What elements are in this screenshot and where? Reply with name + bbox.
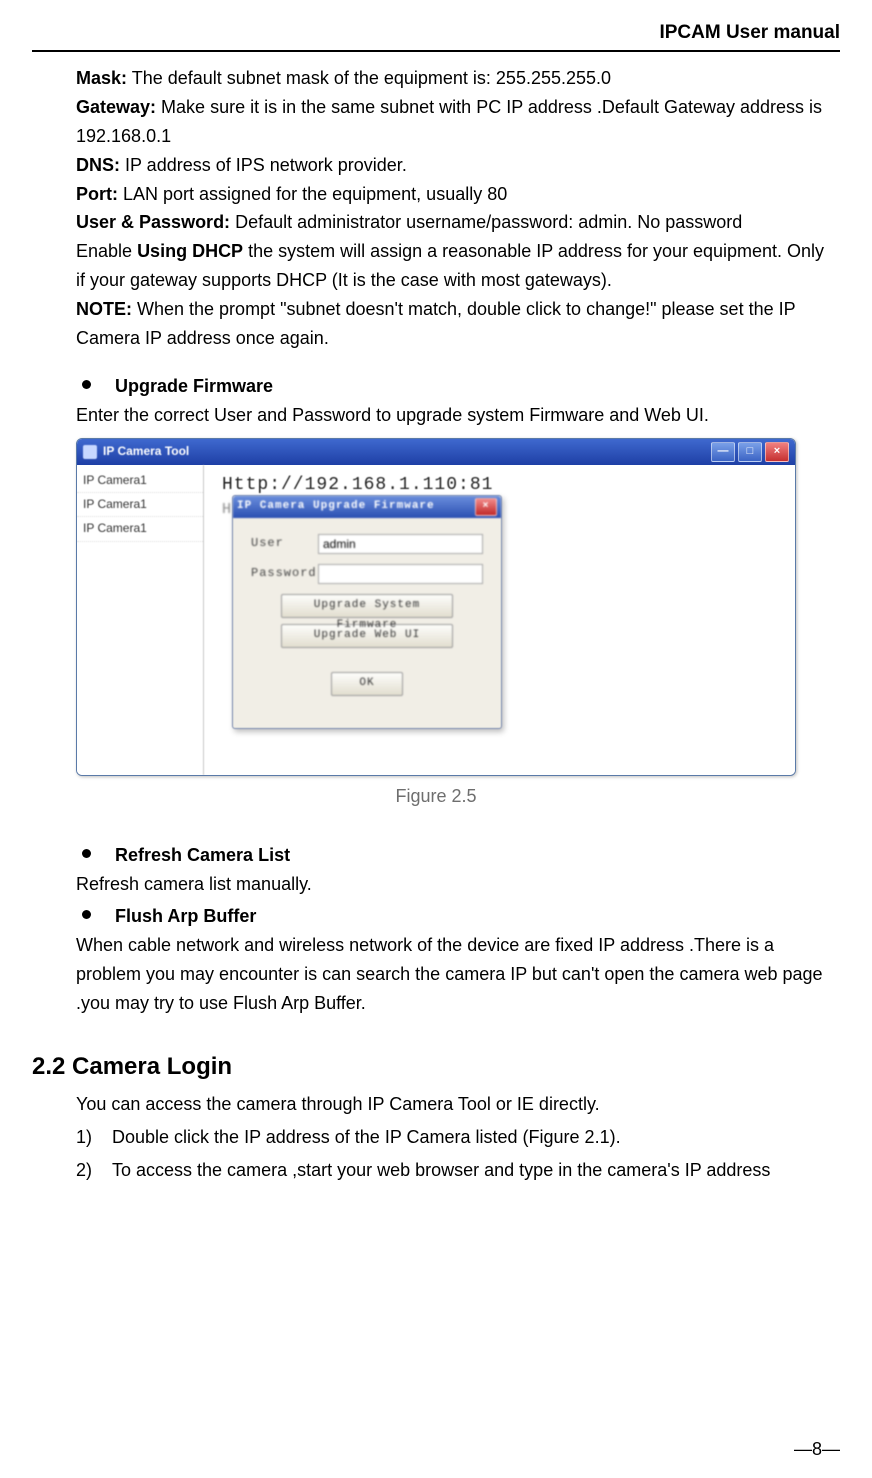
header-divider [32, 50, 840, 52]
section-2-2-intro: You can access the camera through IP Cam… [76, 1090, 840, 1119]
bullet-icon [82, 380, 91, 389]
page-number: —8— [794, 1435, 840, 1464]
bullet-upgrade-firmware: Upgrade Firmware [76, 372, 830, 401]
refresh-text: Refresh camera list manually. [76, 870, 830, 899]
bullet-flush-arp-buffer: Flush Arp Buffer [76, 902, 830, 931]
enable-pre: Enable [76, 241, 137, 261]
dns-label: DNS: [76, 155, 120, 175]
bullet-refresh-camera-list: Refresh Camera List [76, 841, 830, 870]
password-field[interactable] [318, 564, 483, 584]
bullet-icon [82, 849, 91, 858]
userpass-label: User & Password: [76, 212, 230, 232]
app-icon [83, 445, 97, 459]
mask-text: The default subnet mask of the equipment… [127, 68, 611, 88]
numbered-item-1: 1) Double click the IP address of the IP… [76, 1123, 840, 1152]
dns-text: IP address of IPS network provider. [120, 155, 407, 175]
camera-list: IP Camera1 IP Camera1 IP Camera1 [77, 465, 204, 775]
gateway-text: Make sure it is in the same subnet with … [76, 97, 822, 146]
minimize-button[interactable]: — [711, 442, 735, 462]
user-label: User [251, 534, 318, 553]
port-text: LAN port assigned for the equipment, usu… [118, 184, 507, 204]
upgrade-text: Enter the correct User and Password to u… [76, 401, 830, 430]
upgrade-system-firmware-button[interactable]: Upgrade System Firmware [281, 594, 453, 618]
ip-camera-tool-window: IP Camera Tool — □ × IP Camera1 IP Camer… [76, 438, 796, 776]
port-label: Port: [76, 184, 118, 204]
figure-2-5: IP Camera Tool — □ × IP Camera1 IP Camer… [76, 438, 796, 811]
section-2-2-heading: 2.2 Camera Login [32, 1048, 840, 1086]
maximize-button[interactable]: □ [738, 442, 762, 462]
page-header-title: IPCAM User manual [32, 18, 840, 48]
upgrade-heading: Upgrade Firmware [115, 372, 273, 401]
password-label: Password [251, 564, 318, 583]
list-item[interactable]: IP Camera1 [77, 469, 203, 493]
bullet-icon [82, 910, 91, 919]
close-button[interactable]: × [765, 442, 789, 462]
list-item[interactable]: IP Camera1 [77, 493, 203, 517]
flush-heading: Flush Arp Buffer [115, 902, 256, 931]
numbered-item-2: 2) To access the camera ,start your web … [76, 1156, 840, 1185]
tool-title: IP Camera Tool [103, 442, 189, 461]
userpass-text: Default administrator username/password:… [230, 212, 742, 232]
upgrade-firmware-dialog: IP Camera Upgrade Firmware × User Passwo… [232, 495, 502, 729]
definitions-block: Mask: The default subnet mask of the equ… [76, 64, 830, 352]
dialog-close-button[interactable]: × [475, 498, 497, 516]
list-item[interactable]: IP Camera1 [77, 517, 203, 541]
flush-text: When cable network and wireless network … [76, 931, 830, 1017]
tool-titlebar: IP Camera Tool — □ × [77, 439, 795, 465]
url-pane: Http://192.168.1.110:81 Http://192.168.1… [204, 465, 795, 775]
item-text: Double click the IP address of the IP Ca… [112, 1123, 621, 1152]
note-label: NOTE: [76, 299, 132, 319]
dialog-title: IP Camera Upgrade Firmware [237, 498, 435, 516]
figure-caption: Figure 2.5 [76, 782, 796, 811]
mask-label: Mask: [76, 68, 127, 88]
item-number: 2) [76, 1156, 112, 1185]
note-text: When the prompt "subnet doesn't match, d… [76, 299, 795, 348]
item-text: To access the camera ,start your web bro… [112, 1156, 770, 1185]
item-number: 1) [76, 1123, 112, 1152]
gateway-label: Gateway: [76, 97, 156, 117]
enable-bold: Using DHCP [137, 241, 243, 261]
ok-button[interactable]: OK [331, 672, 403, 696]
refresh-heading: Refresh Camera List [115, 841, 290, 870]
upgrade-web-ui-button[interactable]: Upgrade Web UI [281, 624, 453, 648]
user-field[interactable] [318, 534, 483, 554]
